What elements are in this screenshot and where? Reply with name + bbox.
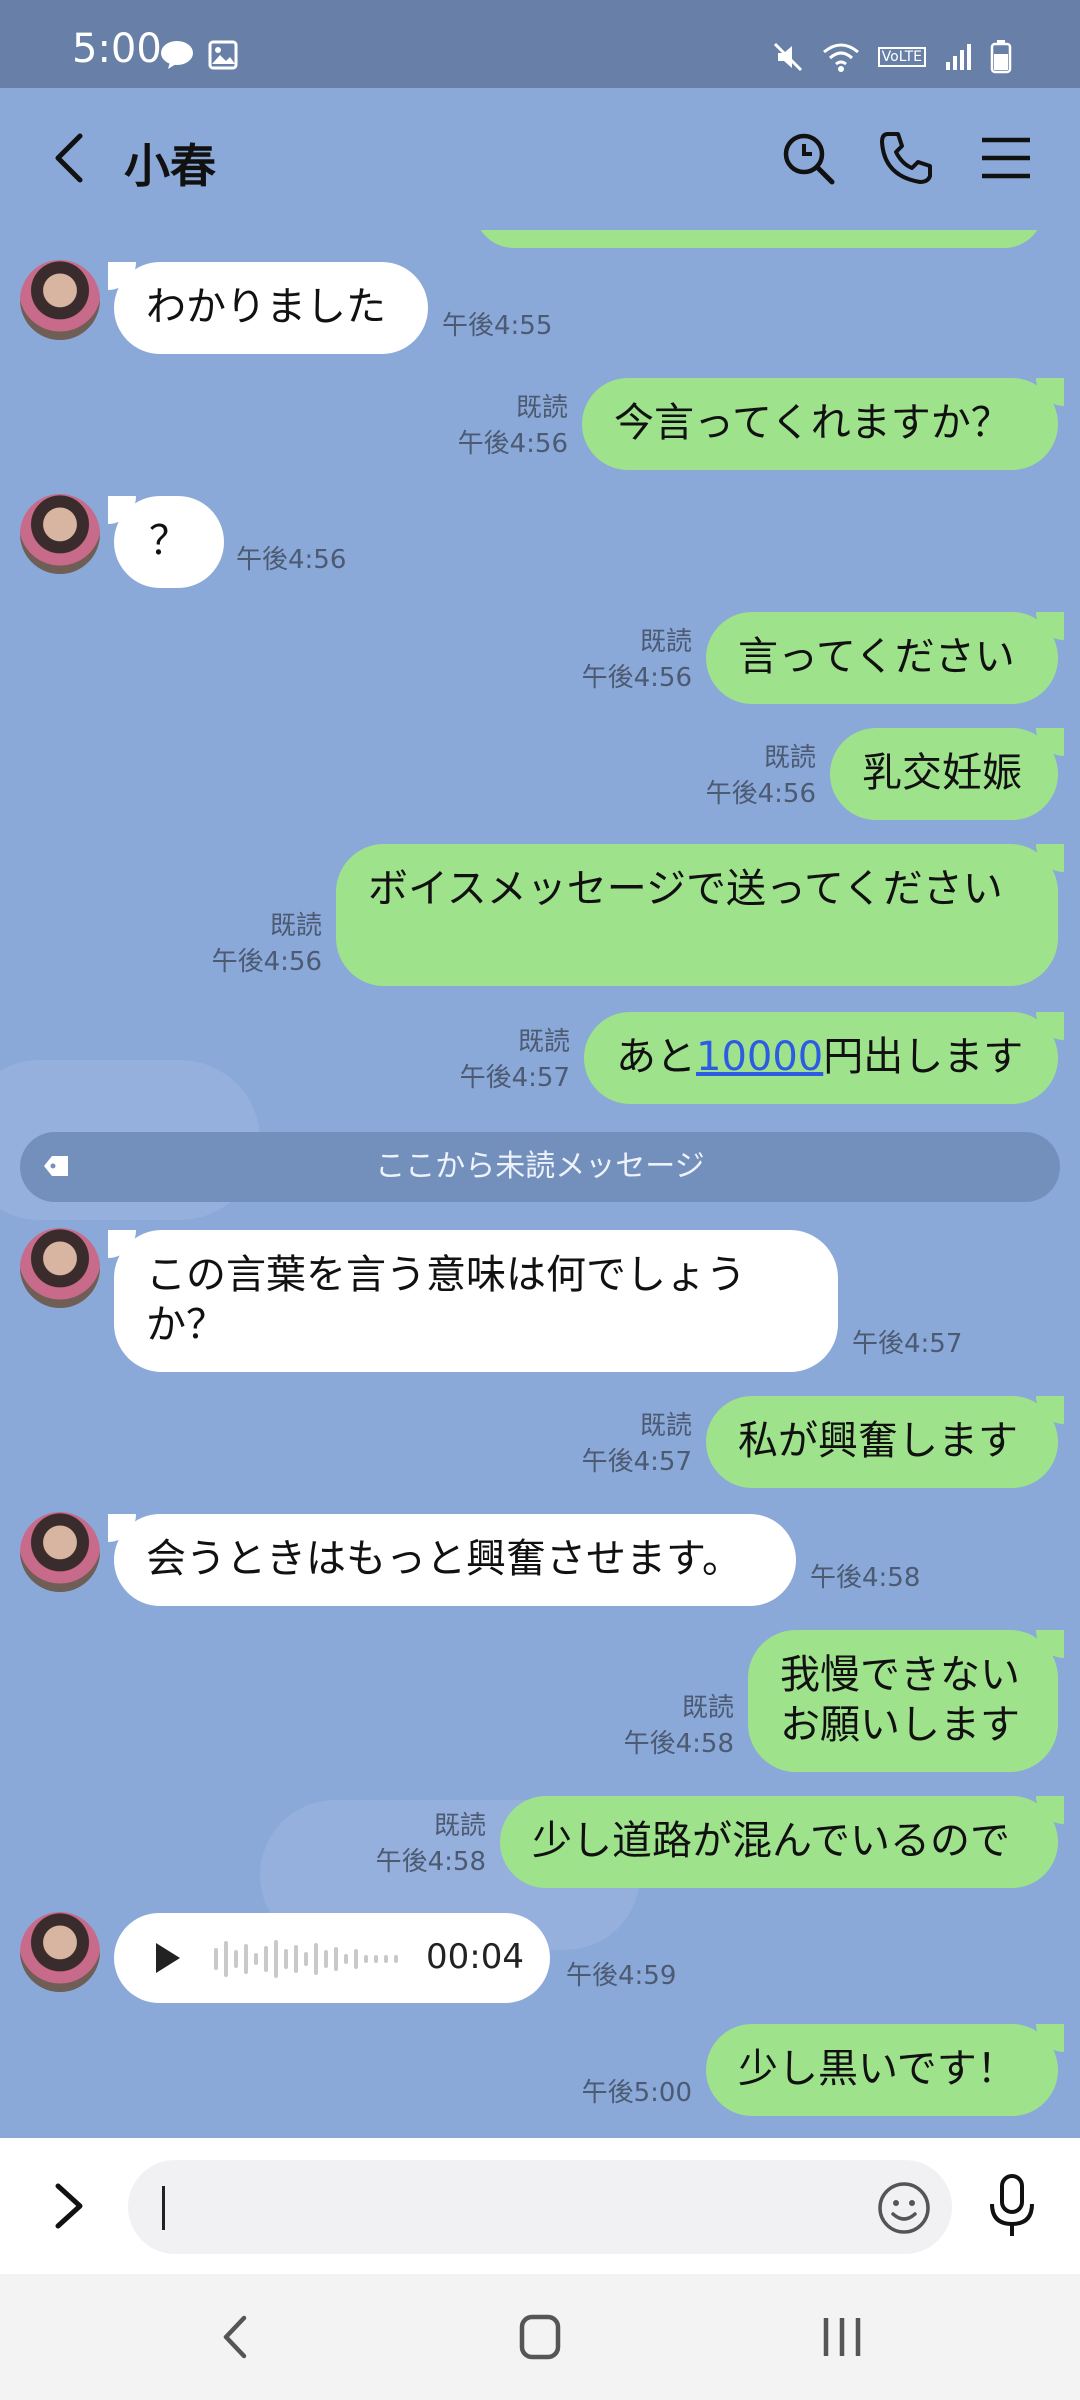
message-text: あと	[616, 1034, 696, 1080]
read-receipt: 既読	[639, 1411, 692, 1441]
menu-icon[interactable]	[974, 126, 1038, 190]
status-notification-icons	[160, 40, 238, 70]
voice-duration: 00:04	[426, 1937, 524, 1977]
message-time: 午後4:56	[705, 779, 816, 809]
message-meta: 既読 午後4:58	[338, 1808, 486, 1880]
read-receipt: 既読	[269, 911, 322, 941]
read-receipt: 既読	[681, 1693, 734, 1723]
message-time: 午後4:56	[236, 545, 347, 575]
read-receipt: 既読	[515, 393, 568, 423]
message-meta: 既読 午後4:56	[668, 740, 816, 812]
message-time: 午後5:00	[581, 2078, 692, 2108]
outgoing-message[interactable]: 言ってください	[706, 612, 1064, 704]
message-time: 午後4:58	[810, 1563, 921, 1593]
incoming-message[interactable]: 会うときはもっと興奮させます。	[108, 1514, 796, 1606]
avatar[interactable]	[20, 1912, 100, 1992]
status-bar: 5:00 VoLTE	[0, 0, 1080, 88]
message-input-bar	[0, 2138, 1080, 2274]
read-receipt: 既読	[517, 1027, 570, 1057]
nav-back-icon[interactable]	[206, 2312, 266, 2362]
status-time: 5:00	[72, 26, 162, 72]
outgoing-message[interactable]: 私が興奮します	[706, 1396, 1064, 1488]
read-receipt: 既読	[433, 1811, 486, 1841]
read-receipt: 既読	[763, 743, 816, 773]
outgoing-message[interactable]: あと10000円出します	[584, 1012, 1064, 1104]
mute-icon	[773, 42, 802, 72]
search-icon[interactable]	[776, 126, 840, 190]
system-navigation-bar	[0, 2274, 1080, 2400]
message-time: 午後4:57	[581, 1447, 692, 1477]
message-time: 午後4:58	[623, 1729, 734, 1759]
signal-icon	[946, 44, 971, 70]
unread-divider-label: ここから未読メッセージ	[375, 1149, 705, 1184]
chat-area[interactable]: わかりました 午後4:55 既読 午後4:56 今言ってくれますか？ ？ 午後4…	[0, 230, 1080, 2138]
message-meta: 既読 午後4:56	[544, 624, 692, 696]
status-system-icons: VoLTE	[772, 40, 1012, 74]
nav-home-icon[interactable]	[510, 2312, 570, 2362]
message-time: 午後4:55	[442, 311, 553, 341]
incoming-message[interactable]: わかりました	[108, 262, 428, 354]
outgoing-message[interactable]: 乳交妊娠	[830, 728, 1064, 820]
chat-header: 小春	[0, 88, 1080, 230]
back-icon[interactable]	[40, 126, 100, 190]
voice-message[interactable]: 00:04	[114, 1913, 550, 2003]
message-meta: 既読 午後4:58	[586, 1690, 734, 1762]
incoming-message[interactable]: ？	[108, 496, 224, 588]
message-time: 午後4:56	[211, 947, 322, 977]
outgoing-message[interactable]: 今言ってくれますか？	[582, 378, 1064, 470]
message-time: 午後4:57	[852, 1329, 963, 1359]
chat-title: 小春	[124, 139, 216, 193]
message-meta: 既読 午後4:57	[422, 1024, 570, 1096]
read-receipt: 既読	[639, 627, 692, 657]
play-icon[interactable]	[152, 1941, 182, 1975]
message-meta: 既読 午後4:57	[544, 1408, 692, 1480]
partial-outgoing-bubble[interactable]	[474, 230, 1044, 248]
phone-icon[interactable]	[874, 126, 938, 190]
message-time: 午後4:57	[459, 1063, 570, 1093]
message-text: 円出します	[823, 1034, 1024, 1080]
battery-icon	[990, 40, 1012, 74]
message-meta: 既読 午後4:56	[420, 390, 568, 462]
emoji-icon[interactable]	[876, 2180, 932, 2236]
line-app-icon	[161, 41, 193, 69]
wifi-icon	[822, 43, 859, 72]
avatar[interactable]	[20, 1228, 100, 1308]
message-input[interactable]	[128, 2160, 952, 2254]
volte-icon: VoLTE	[877, 47, 926, 67]
message-time: 午後4:59	[566, 1961, 677, 1991]
avatar[interactable]	[20, 260, 100, 340]
message-meta: 既読 午後4:56	[174, 908, 322, 980]
microphone-icon[interactable]	[984, 2174, 1040, 2238]
chevron-right-icon[interactable]	[44, 2178, 94, 2234]
outgoing-message[interactable]: 我慢できない お願いします	[748, 1630, 1064, 1772]
nav-recents-icon[interactable]	[812, 2312, 872, 2362]
tag-icon	[44, 1156, 68, 1176]
message-time: 午後4:56	[457, 429, 568, 459]
voice-waveform	[214, 1937, 398, 1981]
unread-divider: ここから未読メッセージ	[20, 1132, 1060, 1202]
avatar[interactable]	[20, 494, 100, 574]
amount-link[interactable]: 10000	[696, 1034, 823, 1080]
avatar[interactable]	[20, 1512, 100, 1592]
outgoing-message[interactable]: ボイスメッセージで送ってください	[336, 844, 1064, 986]
text-caret	[162, 2186, 165, 2230]
outgoing-message[interactable]: 少し道路が混んでいるので	[500, 1796, 1064, 1888]
incoming-message[interactable]: この言葉を言う意味は何でしょうか？	[108, 1230, 838, 1372]
message-time: 午後4:56	[581, 663, 692, 693]
message-time: 午後4:58	[375, 1847, 486, 1877]
outgoing-message[interactable]: 少し黒いです！	[706, 2024, 1064, 2116]
image-icon	[208, 40, 238, 70]
